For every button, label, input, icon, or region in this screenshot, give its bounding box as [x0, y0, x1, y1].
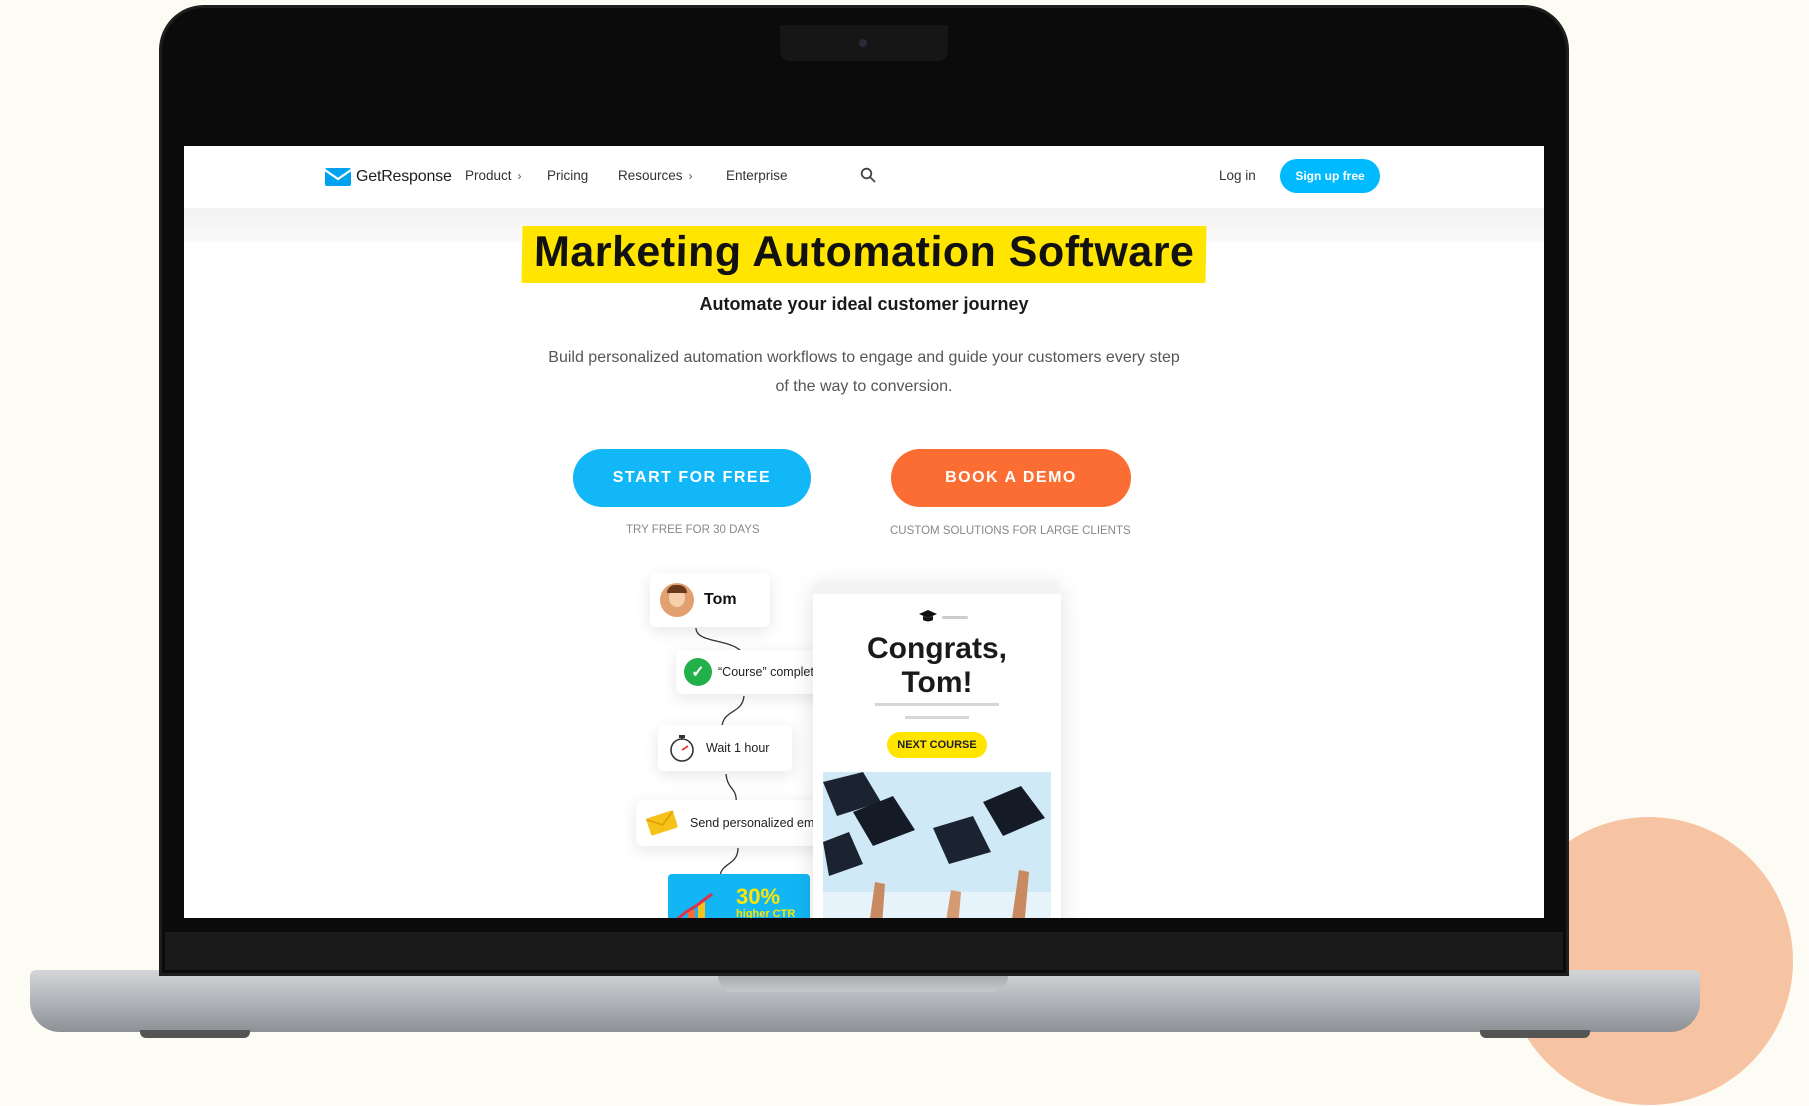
graduation-photo — [823, 772, 1051, 918]
contact-name: Tom — [704, 591, 737, 608]
demo-note: CUSTOM SOLUTIONS FOR LARGE CLIENTS — [890, 525, 1131, 537]
start-for-free-button[interactable]: START FOR FREE — [573, 449, 811, 507]
logo-text: GetResponse — [356, 168, 452, 185]
hero-description: Build personalized automation workflows … — [548, 349, 1180, 395]
nav-product[interactable]: Product › — [465, 168, 522, 183]
trial-note: TRY FREE FOR 30 DAYS — [626, 524, 760, 536]
laptop-foot — [140, 1030, 250, 1038]
chevron-right-icon: › — [688, 169, 693, 183]
email-preview-phone: Congrats, Tom! NEXT COURSE — [813, 580, 1061, 918]
phone-status-bar — [813, 580, 1061, 594]
email-heading: Congrats, Tom! — [823, 632, 1051, 700]
email-heading-line2: Tom! — [901, 666, 973, 699]
wait-step: Wait 1 hour — [658, 725, 792, 771]
text-placeholder-line — [905, 716, 969, 719]
wait-label: Wait 1 hour — [706, 741, 770, 755]
hero-subtitle: Automate your ideal customer journey — [699, 294, 1029, 314]
title-highlight: Marketing Automation Software — [521, 226, 1207, 283]
ctr-stat-card: 30% higher CTR — [668, 874, 810, 918]
getresponse-logo[interactable]: GetResponse — [325, 168, 452, 186]
laptop-notch — [718, 970, 1008, 992]
check-icon: ✓ — [684, 658, 712, 686]
laptop-chin — [165, 932, 1563, 970]
text-placeholder-line — [875, 703, 999, 706]
course-completed-label: “Course” completed — [718, 665, 828, 679]
page-title: Marketing Automation Software — [533, 228, 1195, 276]
book-demo-button[interactable]: BOOK A DEMO — [891, 449, 1131, 507]
envelope-logo-icon — [325, 168, 351, 186]
send-email-label: Send personalized email — [690, 816, 827, 830]
nav-product-label: Product — [465, 168, 512, 183]
stat-label: higher CTR — [736, 908, 796, 918]
header-line — [942, 616, 968, 619]
email-heading-line1: Congrats, — [866, 632, 1007, 665]
signup-button[interactable]: Sign up free — [1280, 159, 1380, 193]
login-link[interactable]: Log in — [1219, 168, 1256, 183]
email-preview-content: Congrats, Tom! NEXT COURSE — [823, 596, 1051, 918]
contact-card: Tom — [650, 573, 770, 627]
next-course-button[interactable]: NEXT COURSE — [887, 732, 987, 758]
nav-resources[interactable]: Resources › — [618, 168, 693, 183]
search-icon[interactable] — [860, 167, 876, 183]
nav-resources-label: Resources — [618, 168, 683, 183]
hero-title-wrap: Marketing Automation Software — [484, 226, 1244, 283]
chevron-right-icon: › — [517, 169, 522, 183]
nav-pricing[interactable]: Pricing — [547, 168, 588, 183]
timer-icon — [670, 735, 694, 762]
camera-icon — [859, 39, 867, 47]
envelope-icon — [645, 810, 678, 836]
top-navigation: GetResponse Product › Pricing Resources › … — [184, 146, 1544, 206]
nav-enterprise[interactable]: Enterprise — [726, 168, 788, 183]
chart-bars-icon — [676, 892, 713, 918]
laptop-foot — [1480, 1030, 1590, 1038]
avatar — [660, 583, 694, 617]
browser-screen: GetResponse Product › Pricing Resources › … — [184, 146, 1544, 918]
stat-value: 30% — [736, 884, 781, 909]
graduation-cap-icon — [919, 610, 937, 622]
